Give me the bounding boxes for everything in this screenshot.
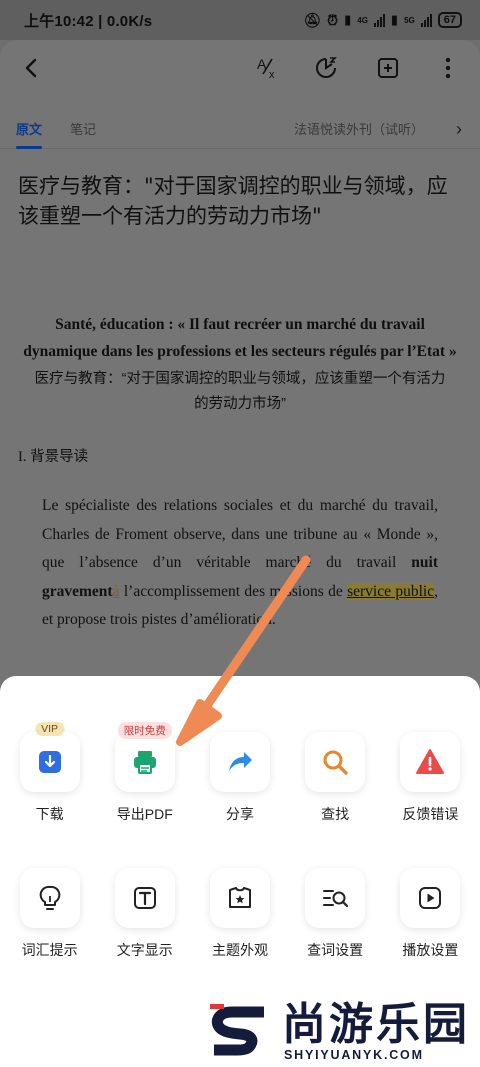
source-link[interactable]: 法语悦读外刊（试听） xyxy=(294,119,424,138)
export-pdf-button[interactable]: 限时免费 导出PDF xyxy=(99,722,191,824)
network-4g-label: 4G xyxy=(357,15,368,25)
playback-settings-button[interactable]: 播放设置 xyxy=(384,868,476,960)
battery-icon: 67 xyxy=(437,12,462,28)
theme-appearance-label: 主题外观 xyxy=(211,942,268,958)
share-icon-box[interactable] xyxy=(209,732,270,792)
sim2-icon: ▮ xyxy=(390,12,399,27)
tab-original[interactable]: 原文 xyxy=(16,119,43,149)
download-button[interactable]: VIP 下载 xyxy=(4,722,96,824)
paragraph: Le spécialiste des relations sociales et… xyxy=(18,492,462,635)
download-icon xyxy=(38,751,61,773)
lookup-settings-icon-box[interactable] xyxy=(305,868,366,928)
playback-settings-label: 播放设置 xyxy=(402,942,459,958)
highlight-service-public[interactable]: service public xyxy=(347,582,435,600)
timer-icon[interactable] xyxy=(308,50,344,86)
sim-icon: ▮ xyxy=(344,12,352,27)
vocab-hint-button[interactable]: 词汇提示 xyxy=(4,868,96,960)
text-box-icon-box[interactable] xyxy=(114,868,175,928)
vocab-hint-label: 词汇提示 xyxy=(21,942,78,958)
search-icon-box[interactable] xyxy=(305,732,366,792)
theme-appearance-button[interactable]: 主题外观 xyxy=(194,868,286,960)
lightbulb-icon xyxy=(39,885,60,910)
status-bar: 上午10:42 | 0.0K/s 🔕︎ ⏰︎ ▮ 4G ▮ 5G 67 xyxy=(0,0,480,40)
article-title: 医疗与教育："对于国家调控的职业与领域，应该重塑一个有活力的劳动力市场" xyxy=(18,174,448,228)
watermark-logo: 尚游乐园 SHYIYUANYK.COM xyxy=(200,998,480,1067)
theme-shirt-icon xyxy=(228,887,251,908)
printer-icon xyxy=(133,751,156,774)
export-pdf-label: 导出PDF xyxy=(116,806,173,822)
text-display-button[interactable]: 文字显示 xyxy=(99,868,191,960)
logo-s-icon xyxy=(210,1004,264,1056)
lookup-settings-button[interactable]: 查词设置 xyxy=(289,868,381,960)
share-button[interactable]: 分享 xyxy=(194,732,286,824)
paragraph-text-2[interactable]: l’accomplissement des missions de xyxy=(119,583,347,600)
download-icon-box[interactable]: VIP xyxy=(19,722,80,792)
watermark-title: 尚游乐园 xyxy=(282,999,470,1050)
report-error-button[interactable]: 反馈错误 xyxy=(384,732,476,824)
section-heading: I. 背景导读 xyxy=(18,449,89,465)
french-heading: Santé, éducation : « Il faut recréer un … xyxy=(23,316,457,360)
chinese-heading: 医疗与教育：“对于国家调控的职业与领域，应该重塑一个有活力的劳动力市场” xyxy=(34,371,446,412)
limited-free-badge: 限时免费 xyxy=(117,722,172,739)
chevron-left-icon[interactable] xyxy=(14,50,50,86)
warning-icon-box[interactable] xyxy=(400,732,461,792)
lookup-settings-label: 查词设置 xyxy=(307,942,364,958)
tab-notes[interactable]: 笔记 xyxy=(70,119,96,138)
action-row-1: VIP 下载 限时免费 导出PDF 分享 查找 反馈错误 xyxy=(0,722,480,824)
lightbulb-icon-box[interactable] xyxy=(19,868,80,928)
more-vertical-icon[interactable] xyxy=(430,50,466,86)
theme-icon-box[interactable] xyxy=(209,868,270,928)
article-body: 医疗与教育："对于国家调控的职业与领域，应该重塑一个有活力的劳动力市场" San… xyxy=(0,149,480,635)
svg-text:x: x xyxy=(269,69,275,81)
find-button[interactable]: 查找 xyxy=(289,732,381,824)
add-box-icon[interactable] xyxy=(370,50,406,86)
export-pdf-icon-box[interactable]: 限时免费 xyxy=(114,722,175,792)
mute-icon: 🔕︎ xyxy=(303,11,322,28)
warning-icon xyxy=(416,749,445,774)
play-icon xyxy=(419,887,442,909)
vip-badge: VIP xyxy=(35,722,65,736)
network-5g-label: 5G xyxy=(404,15,415,25)
chevron-right-icon[interactable]: › xyxy=(456,119,462,140)
report-error-label: 反馈错误 xyxy=(402,806,459,822)
action-row-2: 词汇提示 文字显示 主题外观 查词设置 播放设置 xyxy=(0,868,480,960)
alarm-icon: ⏰︎ xyxy=(327,11,339,28)
signal-4g-icon xyxy=(373,13,385,27)
share-label: 分享 xyxy=(225,806,254,822)
signal-5g-icon xyxy=(420,13,432,27)
find-label: 查找 xyxy=(321,806,350,822)
play-icon-box[interactable] xyxy=(400,868,461,928)
status-icons: 🔕︎ ⏰︎ ▮ 4G ▮ 5G 67 xyxy=(303,12,462,29)
top-toolbar: Ax xyxy=(0,40,480,96)
text-box-icon xyxy=(133,887,156,909)
share-arrow-icon xyxy=(228,752,252,771)
status-time-speed: 上午10:42 | 0.0K/s xyxy=(24,12,153,30)
download-label: 下载 xyxy=(35,806,64,822)
translate-icon[interactable]: Ax xyxy=(250,50,286,86)
tab-bar: 原文 笔记 法语悦读外刊（试听） › xyxy=(0,96,480,149)
lookup-settings-icon xyxy=(323,890,349,908)
paragraph-text[interactable]: Le spécialiste des relations sociales et… xyxy=(42,497,438,571)
watermark-domain: SHYIYUANYK.COM xyxy=(284,1048,424,1062)
text-display-label: 文字显示 xyxy=(116,942,173,958)
search-icon xyxy=(323,750,348,775)
